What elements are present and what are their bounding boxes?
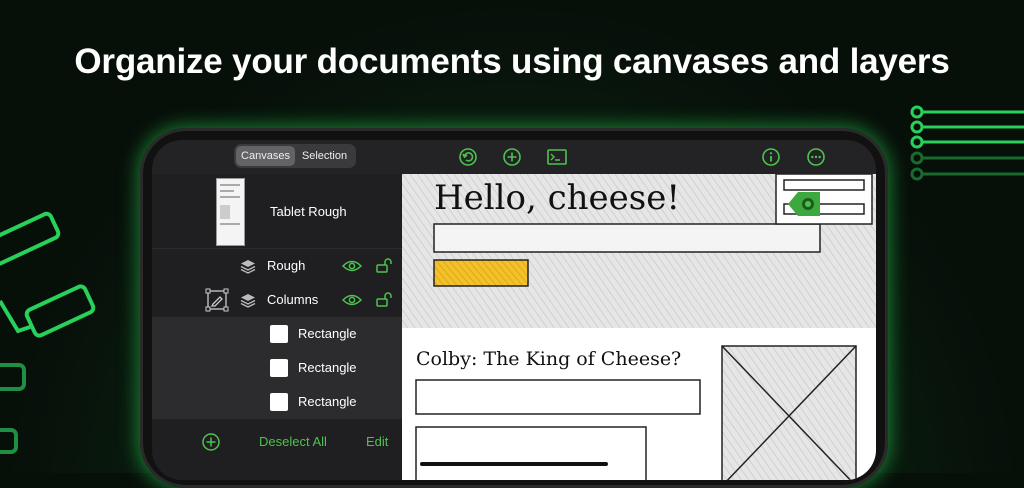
layer-label: Columns (267, 292, 319, 307)
deselect-all-button[interactable]: Deselect All (259, 434, 327, 449)
add-layer-icon[interactable] (201, 432, 221, 452)
layers-sidebar: Tablet Rough Rough Columns Rectangle Rec… (152, 174, 402, 480)
visibility-eye-icon[interactable] (342, 259, 362, 273)
canvas-subheading: Colby: The King of Cheese? (416, 348, 682, 370)
layers-icon (240, 260, 256, 274)
page-headline: Organize your documents using canvases a… (74, 42, 950, 81)
list-item-rectangle[interactable]: Rectangle (152, 317, 402, 351)
unlock-icon[interactable] (376, 257, 394, 273)
layer-row-rough[interactable]: Rough (152, 249, 402, 283)
nav-line-rectangle (783, 179, 865, 191)
canvases-selection-segmented-control: Canvases Selection (234, 144, 356, 168)
layer-row-columns[interactable]: Columns (152, 283, 402, 317)
circuit-decoration-left (0, 211, 96, 454)
top-toolbar: Canvases Selection (152, 140, 876, 174)
list-item-rectangle[interactable]: Rectangle (152, 385, 402, 419)
sidebar-bottom-bar: Deselect All Edit (152, 424, 402, 480)
unlock-icon[interactable] (376, 291, 394, 307)
layers-icon (240, 294, 256, 308)
document-title: Tablet Rough (270, 204, 347, 219)
document-row[interactable]: Tablet Rough (152, 174, 402, 249)
circuit-decoration-right (910, 105, 1024, 181)
yellow-highlight-rectangle (433, 259, 529, 287)
canvases-tab[interactable]: Canvases (236, 146, 295, 166)
visibility-eye-icon[interactable] (342, 293, 362, 307)
list-item-rectangle[interactable]: Rectangle (152, 351, 402, 385)
tablet-screen: Canvases Selection Tablet Rough Rough Co… (152, 140, 876, 480)
info-icon[interactable] (761, 147, 781, 167)
text-block-rectangle (415, 426, 647, 480)
add-icon[interactable] (502, 147, 522, 167)
layer-label: Rough (267, 258, 306, 273)
item-label: Rectangle (298, 394, 357, 409)
terminal-icon[interactable] (547, 147, 567, 167)
more-icon[interactable] (806, 147, 826, 167)
shape-swatch (270, 359, 288, 377)
item-label: Rectangle (298, 326, 357, 341)
document-thumbnail (216, 178, 245, 246)
selection-tab[interactable]: Selection (295, 146, 354, 166)
title-bar-rectangle (433, 223, 821, 253)
canvas-heading: Hello, cheese! (434, 178, 681, 218)
shape-swatch (270, 393, 288, 411)
undo-icon[interactable] (458, 147, 478, 167)
edit-button[interactable]: Edit (366, 434, 388, 449)
shape-swatch (270, 325, 288, 343)
sketch-wireframe (402, 174, 876, 480)
text-block-rectangle (415, 379, 701, 415)
item-label: Rectangle (298, 360, 357, 375)
drawing-canvas[interactable]: Hello, cheese! Colby: The King of Cheese… (402, 174, 876, 480)
edit-shape-icon[interactable] (205, 288, 229, 312)
